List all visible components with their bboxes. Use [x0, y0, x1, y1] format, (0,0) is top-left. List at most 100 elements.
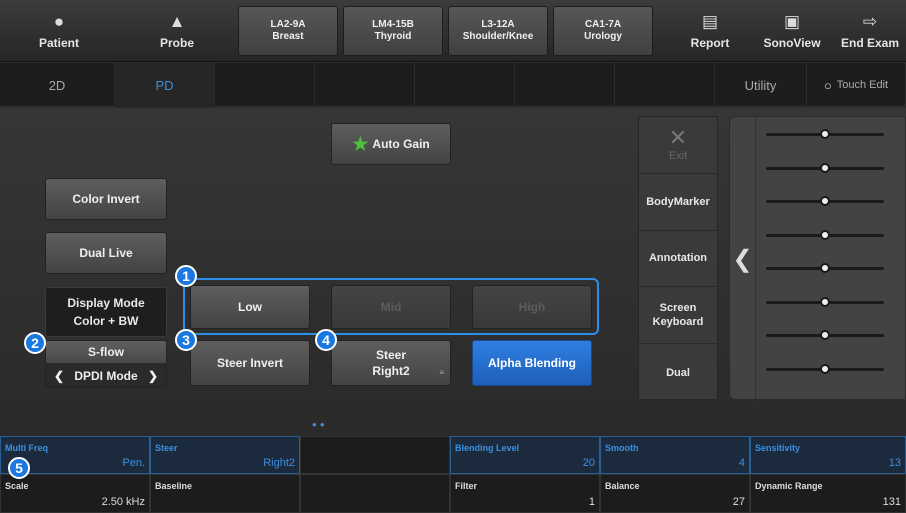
- annotation-button[interactable]: Annotation: [639, 231, 717, 288]
- callout-badge-5: 5: [8, 457, 30, 479]
- tgc-slider-knob[interactable]: [820, 162, 830, 173]
- tgc-slider-knob[interactable]: [820, 129, 830, 139]
- probe-name: LA2-9A: [270, 19, 306, 30]
- steer-control[interactable]: Steer Right2 ≡: [331, 340, 451, 386]
- collapse-chevron-icon[interactable]: ❮: [730, 117, 756, 401]
- param-name: Smooth: [605, 443, 639, 453]
- high-button[interactable]: High: [472, 285, 592, 329]
- tab-utility[interactable]: Utility: [715, 63, 807, 107]
- display-mode-selector[interactable]: Display Mode Color + BW: [45, 287, 167, 337]
- end-exam-button[interactable]: ⇨ End Exam: [834, 0, 906, 62]
- callout-badge-3: 3: [175, 329, 197, 351]
- tgc-slider-knob[interactable]: [820, 296, 830, 307]
- param-steer[interactable]: Steer Right2: [150, 436, 300, 474]
- param-value: 131: [882, 496, 901, 508]
- patient-button[interactable]: ● Patient: [0, 0, 118, 62]
- param-baseline[interactable]: Baseline: [150, 474, 300, 513]
- probe-l3-12a-button[interactable]: L3-12A Shoulder/Knee: [448, 6, 548, 56]
- tgc-slider[interactable]: [766, 129, 884, 139]
- probe-app: Urology: [584, 31, 622, 42]
- tgc-slider[interactable]: [766, 263, 884, 273]
- exit-button[interactable]: ✕ Exit: [639, 117, 717, 174]
- param-balance[interactable]: Balance 27: [600, 474, 750, 513]
- param-filter[interactable]: Filter 1: [450, 474, 600, 513]
- probe-label: Probe: [159, 36, 194, 50]
- sonoview-label: SonoView: [763, 36, 821, 50]
- steer-label: Steer: [375, 348, 407, 362]
- display-mode-value: Color + BW: [73, 314, 139, 328]
- close-icon: ✕: [668, 124, 688, 150]
- auto-gain-button[interactable]: ★ Auto Gain: [331, 123, 451, 165]
- tgc-slider[interactable]: [766, 196, 884, 206]
- tgc-panel: ❮: [729, 116, 906, 401]
- sflow-value: DPDI Mode: [74, 369, 138, 383]
- param-blending-level[interactable]: Blending Level 20: [450, 436, 600, 474]
- callout-badge-1: 1: [175, 265, 197, 287]
- patient-label: Patient: [38, 36, 79, 50]
- param-name: Multi Freq: [5, 443, 48, 453]
- tgc-slider-knob[interactable]: [820, 363, 830, 374]
- touch-edit-label: Touch Edit: [836, 79, 889, 91]
- tgc-slider-knob[interactable]: [820, 229, 830, 240]
- param-dynamic-range[interactable]: Dynamic Range 131: [750, 474, 906, 513]
- color-invert-button[interactable]: Color Invert: [45, 178, 167, 220]
- chevron-right-icon[interactable]: ❯: [148, 369, 158, 383]
- report-button[interactable]: ▤ Report: [672, 0, 748, 62]
- tab-empty: [215, 63, 315, 107]
- param-value: Pen.: [122, 457, 145, 469]
- bodymarker-button[interactable]: BodyMarker: [639, 174, 717, 231]
- param-name: Dynamic Range: [755, 481, 823, 491]
- star-icon: ★: [352, 134, 369, 154]
- person-icon: ●: [53, 12, 65, 31]
- param-smooth[interactable]: Smooth 4: [600, 436, 750, 474]
- tgc-slider[interactable]: [766, 229, 884, 240]
- probe-ca1-7a-button[interactable]: CA1-7A Urology: [553, 6, 653, 56]
- low-button[interactable]: Low: [190, 285, 310, 329]
- screen-keyboard-button[interactable]: Screen Keyboard: [639, 287, 717, 345]
- tgc-slider[interactable]: [766, 363, 884, 374]
- param-value: 2.50 kHz: [101, 496, 145, 508]
- param-sensitivity[interactable]: Sensitivity 13: [750, 436, 906, 474]
- steer-invert-button[interactable]: Steer Invert: [190, 340, 310, 386]
- chevron-left-icon[interactable]: ❮: [54, 369, 64, 383]
- param-empty: [300, 474, 450, 513]
- param-value: 20: [582, 457, 595, 469]
- tab-pd[interactable]: PD: [115, 63, 215, 107]
- sflow-label: S-flow: [46, 341, 166, 363]
- param-scale[interactable]: Scale 2.50 kHz: [0, 474, 150, 513]
- tab-2d[interactable]: 2D: [0, 63, 115, 107]
- probe-app: Thyroid: [374, 31, 412, 42]
- tab-empty: [615, 63, 715, 107]
- probe-la2-9a-button[interactable]: LA2-9A Breast: [238, 6, 338, 56]
- display-mode-label: Display Mode: [67, 296, 145, 310]
- param-value: Right2: [263, 457, 295, 469]
- control-panel: ★ Auto Gain Color Invert Dual Live Displ…: [0, 108, 906, 436]
- mid-button[interactable]: Mid: [331, 285, 451, 329]
- dual-button[interactable]: Dual: [639, 344, 717, 401]
- dual-live-button[interactable]: Dual Live: [45, 232, 167, 274]
- alpha-blending-button[interactable]: Alpha Blending: [472, 340, 592, 386]
- sonoview-button[interactable]: ▣ SonoView: [752, 0, 832, 62]
- tgc-slider-knob[interactable]: [820, 330, 830, 340]
- sflow-selector[interactable]: S-flow ❮ DPDI Mode ❯: [45, 340, 167, 388]
- tgc-slider[interactable]: [766, 330, 884, 340]
- tgc-slider-knob[interactable]: [820, 263, 830, 273]
- param-name: Steer: [155, 443, 178, 453]
- touch-edit-button[interactable]: ○ Touch Edit: [807, 63, 906, 107]
- probe-name: LM4-15B: [372, 19, 414, 30]
- tgc-slider[interactable]: [766, 162, 884, 173]
- touch-edit-icon: ○: [823, 77, 832, 93]
- probe-name: CA1-7A: [584, 19, 622, 30]
- tgc-slider-knob[interactable]: [820, 196, 830, 206]
- steer-value: Right2: [372, 364, 410, 378]
- param-value: 4: [738, 457, 745, 469]
- end-exam-label: End Exam: [840, 36, 900, 50]
- tgc-slider[interactable]: [766, 296, 884, 307]
- param-value: 1: [588, 496, 595, 508]
- top-bar: ● Patient ▲ Probe LA2-9A Breast LM4-15B …: [0, 0, 906, 62]
- probe-lm4-15b-button[interactable]: LM4-15B Thyroid: [343, 6, 443, 56]
- probe-button[interactable]: ▲ Probe: [118, 0, 236, 62]
- menu-icon: ≡: [439, 368, 444, 377]
- param-name: Balance: [605, 481, 640, 491]
- callout-badge-2: 2: [24, 332, 46, 354]
